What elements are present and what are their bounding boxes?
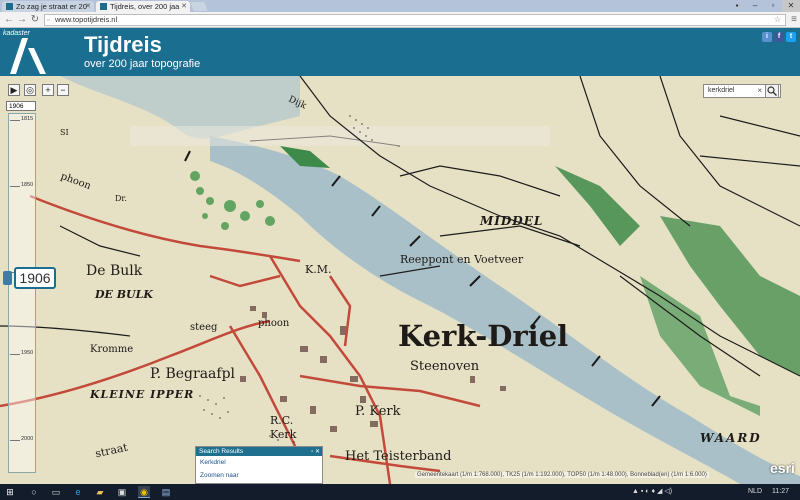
- user-icon[interactable]: ▪: [728, 0, 746, 12]
- slider-tick: [10, 440, 20, 441]
- map-label-rc: R.C.: [270, 414, 294, 427]
- search-results-panel: Search Results ▫ ✕ Kerkdriel Zoomen naar: [195, 446, 323, 484]
- current-year-badge: 1906: [14, 267, 56, 289]
- esri-logo: esri: [770, 460, 795, 476]
- slider-tick: [10, 120, 20, 121]
- map-label-de-bulk-caps: DE BULK: [95, 288, 153, 301]
- map-label-teisterband: Het Teisterband: [345, 449, 452, 464]
- windows-taskbar: ⊞ ○ ▭ e ▰ ▣ ◉ ▤ ▲ ▪ ◐ ♦ ◢ ◁) NLD 11:27: [0, 484, 800, 500]
- year-select[interactable]: 1906: [6, 101, 36, 111]
- zoom-to-link[interactable]: Zoomen naar: [196, 466, 322, 479]
- search-taskbar-icon[interactable]: ○: [28, 486, 40, 498]
- map-background: [0, 76, 800, 484]
- windows-start-icon[interactable]: ⊞: [4, 486, 16, 498]
- app-header: kadaster Tijdreis over 200 jaar topograf…: [0, 28, 800, 76]
- app-title: Tijdreis: [84, 32, 162, 57]
- map-label-p-kerk: P. Kerk: [355, 404, 401, 419]
- search-value: kerkdriel: [708, 87, 735, 94]
- language-indicator[interactable]: NLD: [748, 484, 762, 500]
- new-tab-button[interactable]: [190, 2, 208, 11]
- close-window-button[interactable]: ✕: [782, 0, 800, 12]
- tab-close-icon[interactable]: ✕: [181, 1, 187, 12]
- menu-icon[interactable]: ≡: [788, 14, 800, 26]
- results-header: Search Results ▫ ✕: [196, 447, 322, 456]
- social-links: i f t: [762, 32, 796, 42]
- year-slider[interactable]: 1815 1850 1900 1950 2000: [8, 113, 36, 473]
- tab-favicon-icon: [6, 3, 13, 10]
- twitter-icon[interactable]: t: [786, 32, 796, 42]
- browser-tab-1[interactable]: Zo zag je straat er 20 ✕: [2, 1, 94, 12]
- results-title: Search Results: [199, 448, 244, 455]
- zoom-out-button[interactable]: −: [57, 84, 69, 96]
- system-tray: ▲ ▪ ◐ ♦ ◢ ◁) NLD 11:27: [620, 484, 800, 500]
- url-input[interactable]: ▫ www.topotijdreis.nl ☆: [44, 14, 786, 26]
- tray-icons[interactable]: ▲ ▪ ◐ ♦ ◢ ◁): [632, 484, 672, 500]
- panel-buttons[interactable]: ▫ ✕: [311, 448, 320, 457]
- map-label-kerk-driel: Kerk-Driel: [398, 319, 569, 353]
- clear-search-icon[interactable]: ×: [757, 85, 762, 97]
- tab-label: Zo zag je straat er 20: [16, 2, 87, 11]
- app-subtitle: over 200 jaar topografie: [84, 58, 201, 70]
- map-label-kerk: Kerk: [270, 428, 297, 441]
- maximize-button[interactable]: ▫: [764, 0, 782, 12]
- slider-tick: [10, 186, 20, 187]
- zoom-in-button[interactable]: +: [42, 84, 54, 96]
- task-view-icon[interactable]: ▭: [50, 486, 62, 498]
- back-button[interactable]: ←: [3, 14, 15, 26]
- file-explorer-icon[interactable]: ▰: [94, 486, 106, 498]
- window-controls: ▪ – ▫ ✕: [728, 0, 800, 12]
- play-button[interactable]: ▶: [8, 84, 20, 96]
- slider-tick-label: 1815: [21, 116, 34, 122]
- result-item[interactable]: Kerkdriel: [196, 456, 322, 466]
- info-icon[interactable]: i: [762, 32, 772, 42]
- url-text: www.topotijdreis.nl: [55, 15, 118, 24]
- browser-tab-2[interactable]: Tijdreis, over 200 jaa ✕: [96, 1, 190, 12]
- map-label-reeppont: Reeppont en Voetveer: [400, 253, 524, 266]
- minimize-button[interactable]: –: [746, 0, 764, 12]
- historic-map[interactable]: De Bulk DE BULK MIDDEL Reeppont en Voetv…: [0, 76, 800, 484]
- magnifier-icon: [767, 86, 777, 96]
- map-label-si: SI: [60, 128, 69, 137]
- bookmark-star-icon[interactable]: ☆: [774, 15, 781, 25]
- map-label-kromme: Kromme: [90, 344, 134, 355]
- browser-tab-bar: Zo zag je straat er 20 ✕ Tijdreis, over …: [0, 0, 800, 12]
- forward-button[interactable]: →: [16, 14, 28, 26]
- tab-close-icon[interactable]: ✕: [85, 1, 91, 12]
- page-icon: ▫: [47, 17, 50, 24]
- slider-tick: [10, 354, 20, 355]
- kadaster-brand: kadaster: [3, 30, 30, 37]
- map-label-steeg: steeg: [190, 322, 218, 333]
- slider-tick-label: 1850: [21, 182, 34, 188]
- tab-favicon-icon: [100, 3, 107, 10]
- map-attribution: Gemeentekaart (1/m 1:768.000), TK25 (1/m…: [415, 472, 709, 478]
- reload-button[interactable]: ↻: [29, 14, 41, 26]
- clock[interactable]: 11:27: [772, 484, 789, 500]
- kadaster-logo-icon: [10, 38, 46, 74]
- map-label-waard: WAARD: [700, 431, 762, 445]
- edge-icon[interactable]: e: [72, 486, 84, 498]
- map-label-km: K.M.: [305, 263, 332, 276]
- map-label-dr: Dr.: [115, 194, 127, 203]
- store-icon[interactable]: ▣: [116, 486, 128, 498]
- slider-tick-label: 1950: [21, 350, 34, 356]
- search-button[interactable]: [765, 84, 779, 98]
- map-label-begraafpl: P. Begraafpl: [150, 366, 236, 382]
- map-label-middel: MIDDEL: [480, 214, 544, 228]
- slider-tick-label: 2000: [21, 436, 34, 442]
- map-label-de-bulk: De Bulk: [86, 263, 143, 279]
- chrome-icon[interactable]: ◉: [138, 486, 150, 498]
- tab-label: Tijdreis, over 200 jaa: [110, 2, 180, 11]
- map-label-phoon: phoon: [258, 318, 290, 329]
- map-label-steenoven: Steenoven: [410, 359, 480, 374]
- app-icon[interactable]: ▤: [160, 486, 172, 498]
- map-label-kleine-ipper: KLEINE IPPER: [90, 388, 195, 401]
- facebook-icon[interactable]: f: [774, 32, 784, 42]
- locate-button[interactable]: ◎: [24, 84, 36, 96]
- year-slider-handle[interactable]: [3, 271, 12, 285]
- address-bar: ← → ↻ ▫ www.topotijdreis.nl ☆ ≡: [0, 12, 800, 28]
